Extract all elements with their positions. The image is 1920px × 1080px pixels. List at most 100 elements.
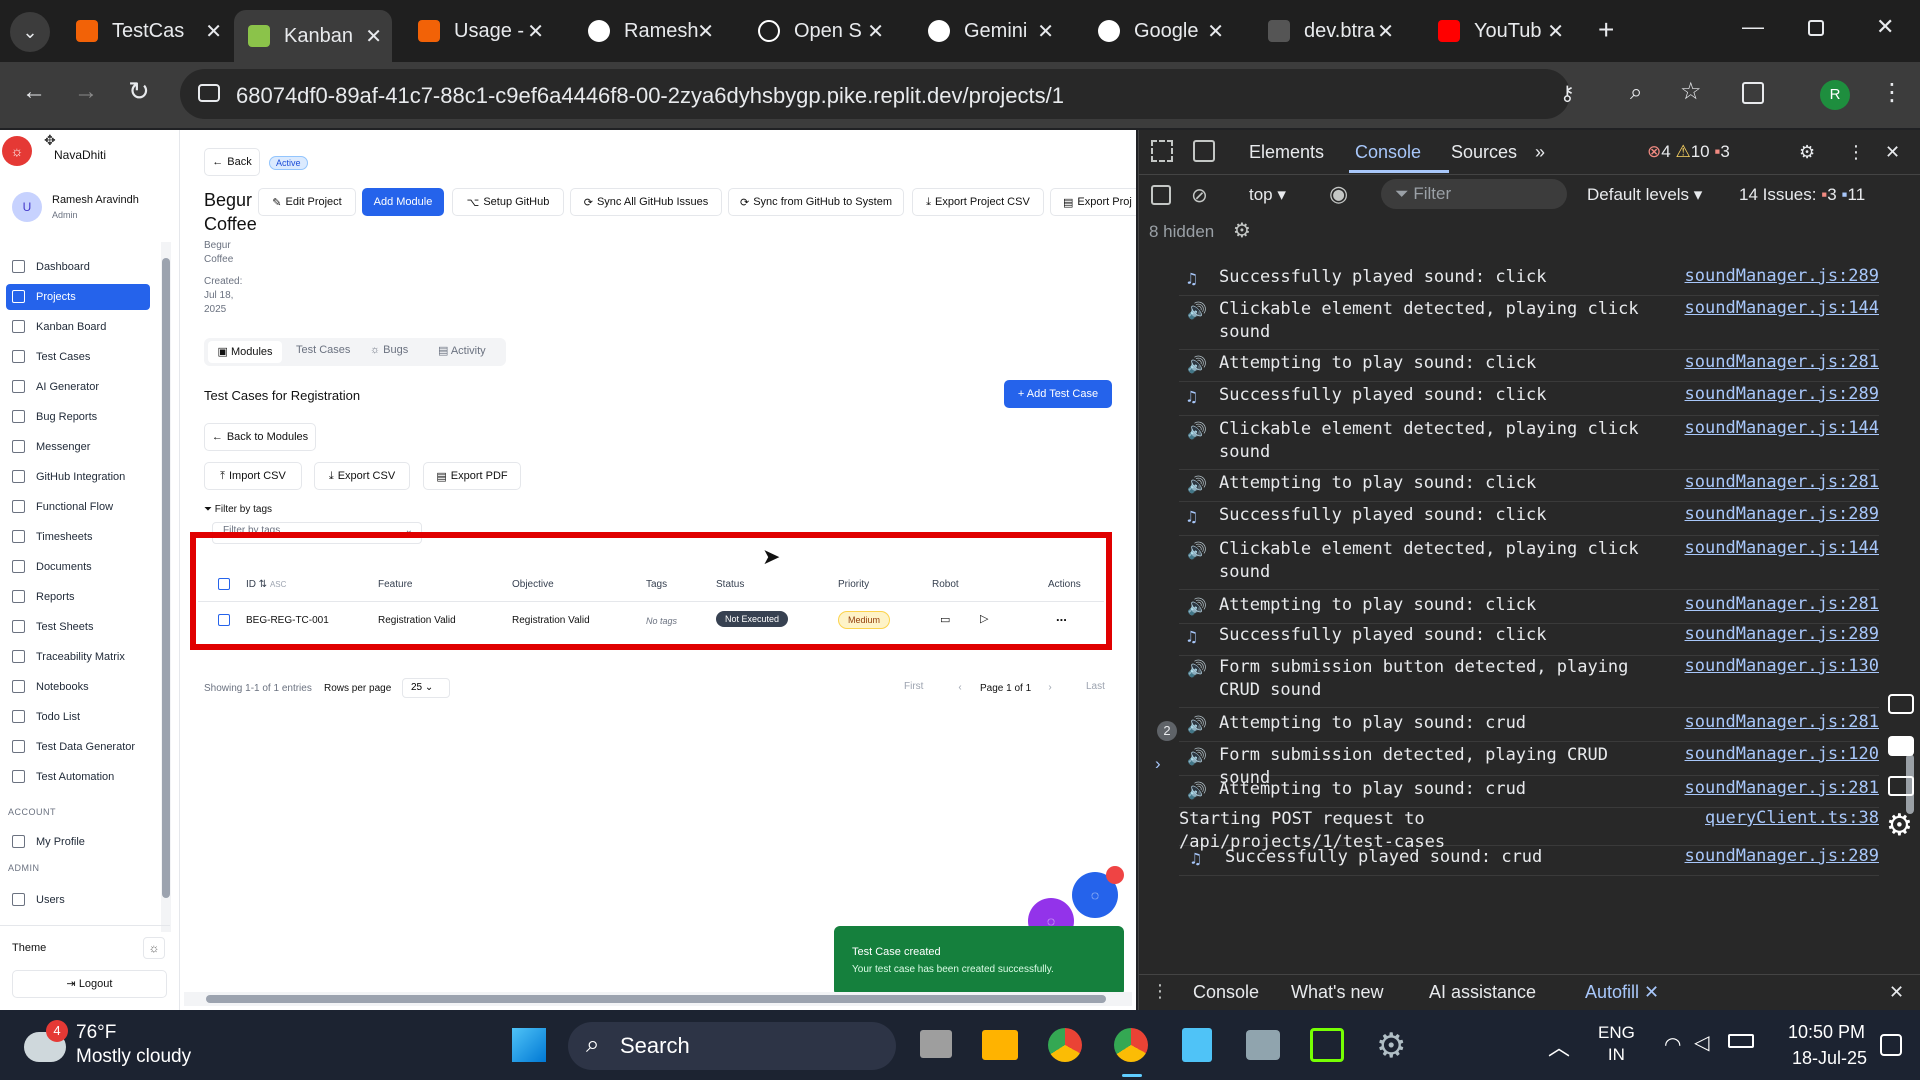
row-id[interactable]: BEG-REG-TC-001 (246, 615, 329, 626)
export-project-csv-button[interactable]: ⤓ Export Project CSV (912, 188, 1044, 216)
tab-search-button[interactable]: ⌄ (10, 12, 50, 52)
export-pdf-button[interactable]: ▤ Export PDF (423, 462, 521, 490)
run-play-icon[interactable]: ▷ (980, 612, 988, 625)
settings-gear-icon[interactable]: ⚙ (1886, 808, 1913, 843)
tab-elements[interactable]: Elements (1249, 142, 1324, 163)
log-source-link[interactable]: soundManager.js:281 (1685, 472, 1879, 492)
browser-tab[interactable]: Usage - ✕ (404, 10, 554, 52)
log-source-link[interactable]: soundManager.js:144 (1685, 298, 1879, 318)
minimize-icon[interactable]: — (1742, 14, 1764, 40)
edit-project-button[interactable]: ✎ Edit Project (258, 188, 356, 216)
live-expression-eye-icon[interactable]: ◉ (1329, 181, 1348, 207)
browser-tab-active[interactable]: Kanban ✕ (234, 10, 392, 62)
move-icon[interactable]: ✥ (44, 132, 56, 149)
drawer-menu-icon[interactable]: ⋮ (1151, 981, 1169, 1002)
site-info-icon[interactable] (198, 84, 220, 102)
sidebar-item-functional-flow[interactable]: Functional Flow (6, 494, 150, 520)
close-icon[interactable]: ✕ (365, 24, 382, 49)
sidebar-item-kanban-board[interactable]: Kanban Board (6, 314, 150, 340)
more-tabs-icon[interactable]: » (1535, 142, 1545, 163)
bug-logo-icon[interactable]: ☼ (2, 136, 32, 166)
restore-icon[interactable] (1808, 20, 1824, 36)
console-prompt[interactable]: › (1155, 754, 1161, 774)
sidebar-item-test-automation[interactable]: Test Automation (6, 764, 150, 790)
export-csv-button[interactable]: ⤓ Export CSV (314, 462, 410, 490)
window-stack-icon[interactable] (1888, 776, 1914, 796)
sync-from-github-button[interactable]: ⟳ Sync from GitHub to System (728, 188, 904, 216)
sidebar-item-notebooks[interactable]: Notebooks (6, 674, 150, 700)
zoom-icon[interactable]: ⌕ (1630, 79, 1642, 105)
clear-console-icon[interactable]: ⊘ (1191, 183, 1208, 208)
chrome-menu-icon[interactable]: ⋮ (1880, 78, 1904, 107)
close-icon[interactable]: ✕ (1377, 19, 1394, 44)
close-icon[interactable]: ✕ (1207, 19, 1224, 44)
device-toggle-icon[interactable] (1193, 140, 1215, 162)
new-tab-plus-icon[interactable]: + (1598, 14, 1614, 46)
browser-tab[interactable]: Gemini ✕ (914, 10, 1064, 52)
close-icon[interactable]: ✕ (205, 19, 222, 44)
clock-time[interactable]: 10:50 PM (1788, 1022, 1865, 1043)
tab-test-cases[interactable]: Test Cases (296, 344, 350, 356)
clock-date[interactable]: 18-Jul-25 (1792, 1048, 1867, 1069)
next-page-icon[interactable]: › (1040, 678, 1060, 698)
sidebar-scrollbar[interactable] (161, 242, 171, 932)
close-devtools-icon[interactable]: ✕ (1885, 142, 1900, 163)
bookmark-star-icon[interactable]: ☆ (1680, 77, 1702, 106)
table-row[interactable]: BEG-REG-TC-001 Registration Valid Regist… (198, 606, 1104, 640)
prev-page-icon[interactable]: ‹ (950, 678, 970, 698)
more-actions-icon[interactable]: ... (1056, 609, 1067, 624)
export-project-button[interactable]: ▤ Export Proj (1050, 188, 1136, 216)
reload-icon[interactable]: ↻ (128, 76, 150, 107)
log-source-link[interactable]: soundManager.js:281 (1685, 778, 1879, 798)
browser-tab[interactable]: TestCas ✕ (62, 10, 232, 52)
add-test-case-button[interactable]: + Add Test Case (1004, 380, 1112, 408)
screenshot-camera-icon[interactable] (1888, 694, 1914, 714)
sidebar-toggle-icon[interactable] (1151, 185, 1171, 205)
sidebar-item-dashboard[interactable]: Dashboard (6, 254, 150, 280)
windows-start-icon[interactable] (512, 1028, 546, 1062)
log-source-link[interactable]: queryClient.ts:38 (1705, 808, 1879, 828)
tab-sources[interactable]: Sources (1451, 142, 1517, 163)
video-record-icon[interactable] (1888, 736, 1914, 756)
browser-tab[interactable]: dev.btra ✕ (1254, 10, 1404, 52)
log-source-link[interactable]: soundManager.js:289 (1685, 266, 1879, 286)
sidebar-item-github-integration[interactable]: GitHub Integration (6, 464, 150, 490)
row-checkbox[interactable] (218, 614, 230, 626)
log-source-link[interactable]: soundManager.js:120 (1685, 744, 1879, 764)
browser-tab[interactable]: Ramesh ✕ (574, 10, 724, 52)
back-arrow-icon[interactable]: ← (22, 78, 46, 106)
wifi-icon[interactable]: ◠ (1664, 1032, 1681, 1057)
sidebar-item-projects[interactable]: Projects (6, 284, 150, 310)
tab-bugs[interactable]: ☼ Bugs (370, 344, 408, 356)
drawer-tab-console[interactable]: Console (1193, 982, 1259, 1003)
browser-tab[interactable]: Open S ✕ (744, 10, 894, 52)
error-count[interactable]: ⊗4 ⚠10 ▪3 (1647, 142, 1730, 162)
horizontal-scrollbar[interactable] (184, 992, 1132, 1006)
drawer-tab-whats-new[interactable]: What's new (1291, 982, 1383, 1003)
select-all-checkbox[interactable] (218, 578, 230, 590)
levels-select[interactable]: Default levels ▾ (1587, 185, 1702, 205)
show-hidden-icons-chevron[interactable]: ︿ (1548, 1030, 1570, 1062)
nav-users[interactable]: Users (6, 887, 150, 913)
forward-arrow-icon[interactable]: → (74, 78, 98, 106)
url-bar[interactable]: 68074df0-89af-41c7-88c1-c9ef6a4446f8-00-… (180, 69, 1702, 119)
back-button[interactable]: ← Back (204, 148, 260, 176)
log-source-link[interactable]: soundManager.js:144 (1685, 418, 1879, 438)
extensions-icon[interactable] (1742, 82, 1764, 104)
log-source-link[interactable]: soundManager.js:289 (1685, 624, 1879, 644)
close-window-icon[interactable]: ✕ (1876, 14, 1894, 40)
profile-avatar[interactable]: R (1820, 80, 1850, 110)
sidebar-item-bug-reports[interactable]: Bug Reports (6, 404, 150, 430)
nav-my-profile[interactable]: My Profile (6, 829, 150, 855)
taskbar-search[interactable]: Search ⌕ (568, 1022, 896, 1070)
sidebar-item-timesheets[interactable]: Timesheets (6, 524, 150, 550)
log-source-link[interactable]: soundManager.js:289 (1685, 384, 1879, 404)
password-key-icon[interactable]: ⚷ (1560, 81, 1575, 106)
log-source-link[interactable]: soundManager.js:289 (1685, 846, 1879, 866)
video-record-icon[interactable]: ▭ (940, 613, 950, 626)
mail-icon[interactable] (1246, 1030, 1280, 1060)
chrome-icon[interactable] (1048, 1028, 1082, 1062)
tab-console[interactable]: Console (1355, 142, 1421, 163)
back-to-modules-button[interactable]: ← Back to Modules (204, 423, 316, 451)
settings-gear-icon[interactable]: ⚙ (1799, 142, 1815, 163)
